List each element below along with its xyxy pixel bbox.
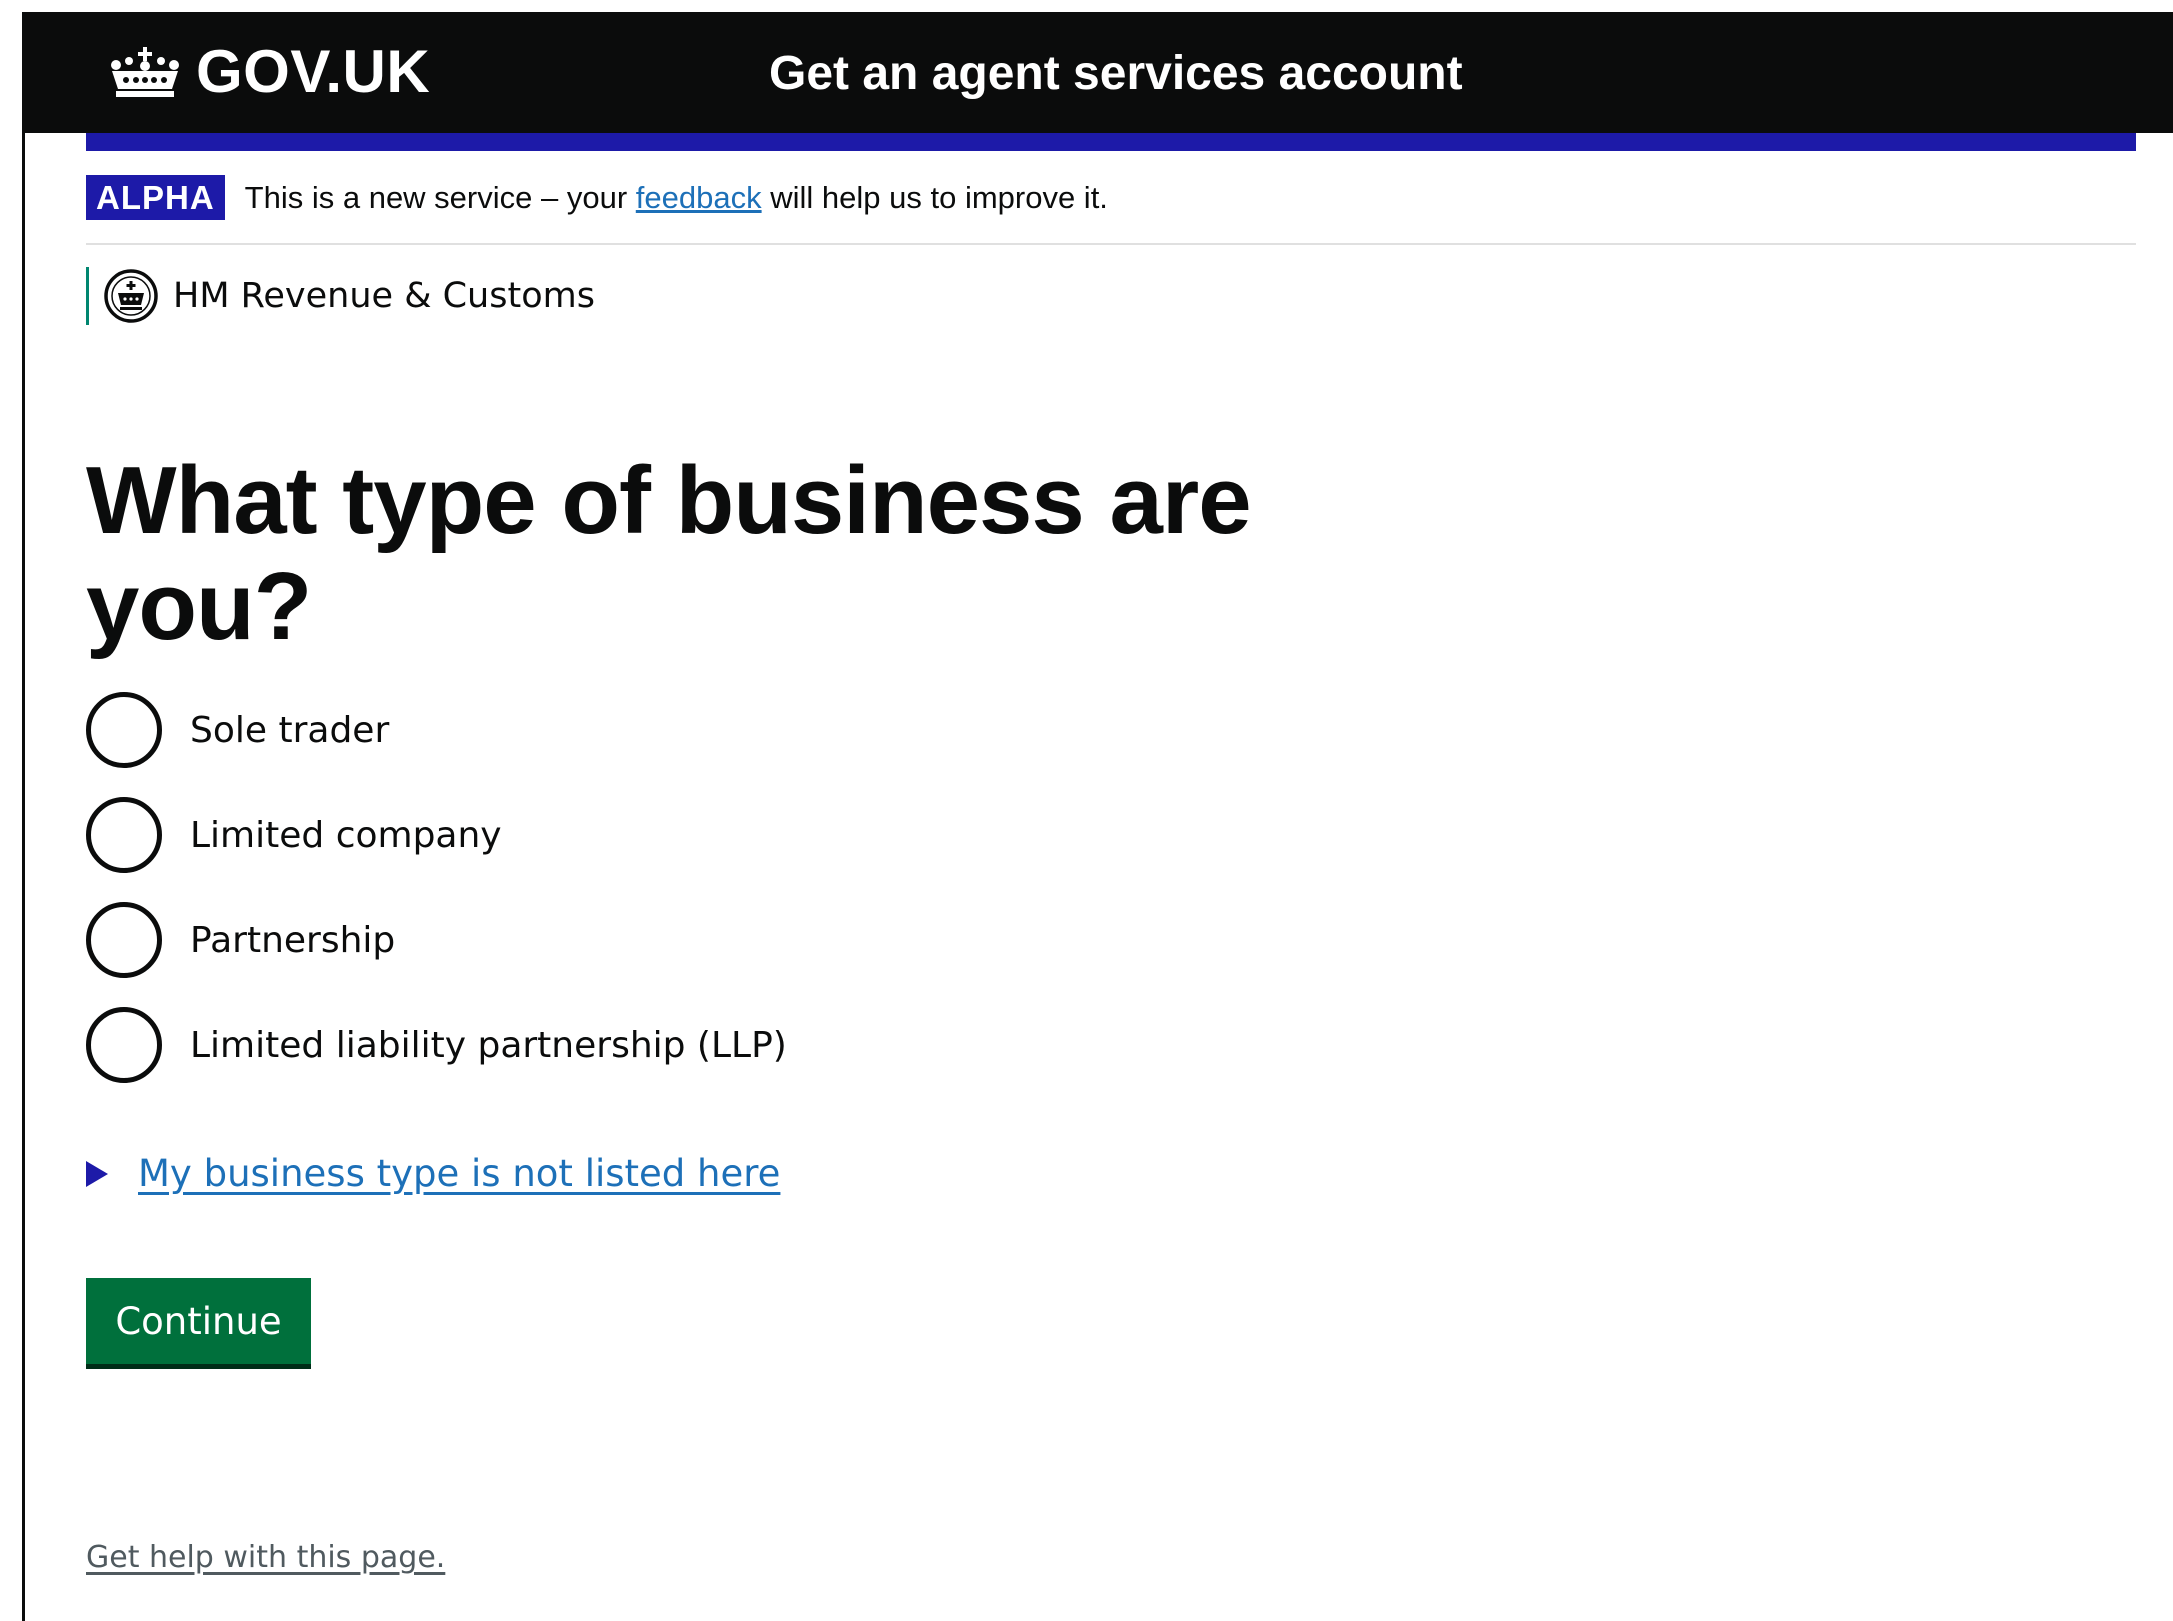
phase-banner-text: This is a new service – your feedback wi… [245, 182, 1108, 213]
govuk-logo-link[interactable]: GOV.UK [108, 42, 430, 102]
radio-option-sole-trader[interactable]: Sole trader [86, 688, 787, 772]
radio-label[interactable]: Limited liability partnership (LLP) [190, 1025, 787, 1066]
crown-icon [108, 47, 182, 97]
radio-option-llp[interactable]: Limited liability partnership (LLP) [86, 1003, 787, 1087]
business-type-not-listed-details[interactable]: My business type is not listed here [86, 1152, 780, 1195]
radio-button[interactable] [86, 797, 162, 873]
logo-text: GOV.UK [196, 38, 431, 105]
site-header: GOV.UK Get an agent services account [22, 12, 2173, 133]
details-summary-link[interactable]: My business type is not listed here [138, 1152, 780, 1195]
business-type-radios: Sole trader Limited company Partnership … [86, 688, 787, 1108]
get-help-link[interactable]: Get help with this page. [86, 1540, 445, 1575]
radio-label[interactable]: Limited company [190, 815, 502, 856]
triangle-right-icon [86, 1160, 108, 1187]
organisation-logo: HM Revenue & Customs [86, 267, 595, 325]
phase-banner-divider [86, 243, 2136, 245]
radio-option-partnership[interactable]: Partnership [86, 898, 787, 982]
page: GOV.UK Get an agent services account ALP… [0, 0, 2173, 1621]
radio-button[interactable] [86, 1007, 162, 1083]
radio-label[interactable]: Partnership [190, 920, 395, 961]
window-left-border [22, 12, 25, 1621]
organisation-rule [86, 267, 89, 325]
radio-option-limited-company[interactable]: Limited company [86, 793, 787, 877]
phase-text-before: This is a new service – your [244, 180, 628, 215]
radio-label[interactable]: Sole trader [190, 710, 389, 751]
top-strip [0, 0, 2173, 12]
feedback-link[interactable]: feedback [636, 180, 762, 215]
continue-button[interactable]: Continue [86, 1278, 311, 1364]
radio-button[interactable] [86, 902, 162, 978]
hmrc-crest-icon [103, 268, 159, 324]
organisation-name: HM Revenue & Customs [173, 276, 595, 316]
radio-button[interactable] [86, 692, 162, 768]
phase-banner: ALPHA This is a new service – your feedb… [86, 175, 1108, 220]
phase-text-after: will help us to improve it. [770, 180, 1108, 215]
service-name-link[interactable]: Get an agent services account [769, 50, 1463, 98]
page-title: What type of business are you? [86, 447, 1252, 660]
header-accent-bar [86, 133, 2136, 151]
phase-tag: ALPHA [86, 175, 225, 220]
